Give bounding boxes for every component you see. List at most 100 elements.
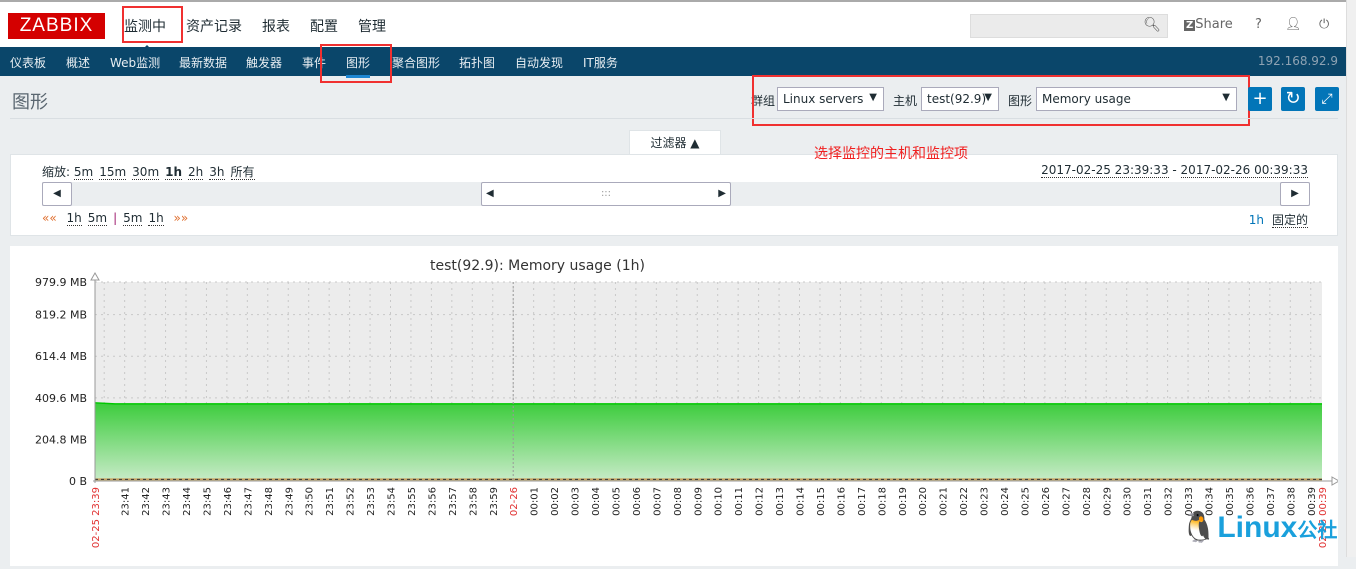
fwd-5m[interactable]: 5m [123,211,143,226]
x-tick-label: 00:29 [1102,487,1113,516]
subnav-triggers[interactable]: 触发器 [246,54,282,71]
fullscreen-button[interactable]: ⤢ [1315,87,1339,111]
filter-tab[interactable]: 过滤器 ▲ [629,130,721,155]
zoom-15m[interactable]: 15m [99,165,127,180]
y-tick-label: 0 B [69,475,87,488]
memory-area [95,402,1322,481]
back-5m[interactable]: 5m [87,211,108,226]
help-icon[interactable]: ? [1255,17,1262,32]
nav-back-icon[interactable]: «« [42,211,57,225]
timeline-handle[interactable]: ◀::: ▶ [481,182,731,206]
x-tick-label: 23:50 [305,487,316,516]
zoom-1h[interactable]: 1h [165,165,183,180]
nav-forward-icon[interactable]: »» [174,211,189,225]
x-tick-label: 00:32 [1164,487,1175,516]
sign-out-icon[interactable]: ⏻ [1319,17,1329,32]
x-tick-label: 23:41 [121,487,132,516]
x-tick-label: 00:15 [816,487,827,516]
zoom-options: 缩放: 5m 15m 30m 1h 2h 3h 所有 [42,163,261,180]
range-to[interactable]: 2017-02-26 00:39:33 [1180,163,1308,178]
x-tick-label: 00:05 [611,487,622,516]
x-tick-label: 00:06 [632,487,643,516]
y-tick-label: 819.2 MB [35,309,87,322]
search-icon[interactable]: 🔍︎ [1143,17,1161,33]
x-tick-label: 02-26 [509,487,520,516]
subnav-latest-data[interactable]: 最新数据 [179,54,227,71]
watermark-logo: 🐧Linux公社 [1180,511,1338,544]
x-tick-label: 23:44 [182,487,193,516]
x-tick-label: 00:01 [530,487,541,516]
x-tick-label: 23:59 [489,487,500,516]
subnav-web[interactable]: Web监测 [110,54,160,71]
x-tick-label: 00:02 [550,487,561,516]
x-tick-label: 23:48 [264,487,275,516]
x-tick-label: 00:03 [571,487,582,516]
zoom-label: 缩放: [42,165,71,179]
search-input[interactable]: 🔍︎ [970,14,1168,38]
chart-title: test(92.9): Memory usage (1h) [430,258,645,274]
x-tick-label: 23:47 [243,487,254,516]
x-tick-label: 00:12 [755,487,766,516]
refresh-button[interactable]: ↻ [1281,87,1305,111]
y-tick-label: 614.4 MB [35,350,87,363]
handle-left-icon[interactable]: ◀ [482,183,494,205]
scroll-right-button[interactable]: ▶ [1280,182,1310,206]
x-tick-label: 23:42 [141,487,152,516]
x-tick-label: 00:09 [693,487,704,516]
timeline-scrollbar[interactable]: ◀ ◀::: ▶ ▶ [42,182,1310,206]
page-scrollbar[interactable] [1346,0,1356,557]
nav-inventory[interactable]: 资产记录 [186,16,242,36]
x-start-label: 02-25 23:39 [91,487,102,548]
time-range: 2017-02-25 23:39:33 - 2017-02-26 00:39:3… [1041,163,1308,178]
subnav-it-services[interactable]: IT服务 [583,54,618,71]
page-title: 图形 [12,92,48,113]
x-tick-label: 00:20 [918,487,929,516]
x-tick-label: 00:16 [836,487,847,516]
x-tick-label: 00:19 [898,487,909,516]
x-tick-label: 23:55 [407,487,418,516]
subnav-dashboard[interactable]: 仪表板 [10,54,46,71]
x-tick-label: 23:58 [468,487,479,516]
range-from[interactable]: 2017-02-25 23:39:33 [1041,163,1169,178]
zoom-2h[interactable]: 2h [188,165,204,180]
y-tick-label: 979.9 MB [35,276,87,289]
x-tick-label: 00:27 [1061,487,1072,516]
add-to-favourites-button[interactable]: + [1248,87,1272,111]
x-tick-label: 00:22 [959,487,970,516]
nav-administration[interactable]: 管理 [358,16,386,36]
zoom-all[interactable]: 所有 [230,165,255,180]
scroll-left-button[interactable]: ◀ [42,182,72,206]
divider [10,118,1338,119]
subnav-discovery[interactable]: 自动发现 [515,54,563,71]
nav-configuration[interactable]: 配置 [310,16,338,36]
user-profile-icon[interactable]: 👤︎ [1285,17,1302,32]
filter-panel: 缩放: 5m 15m 30m 1h 2h 3h 所有 2017-02-25 23:39:33… [10,154,1338,236]
x-tick-label: 23:56 [427,487,438,516]
fixed-toggle[interactable]: 固定的 [1271,213,1308,228]
x-tick-label: 00:07 [652,487,663,516]
fwd-1h[interactable]: 1h [148,211,164,226]
zoom-30m[interactable]: 30m [132,165,160,180]
x-tick-label: 00:21 [939,487,950,516]
zoom-3h[interactable]: 3h [209,165,225,180]
zoom-5m[interactable]: 5m [73,165,94,180]
handle-right-icon[interactable]: ▶ [718,183,730,205]
x-tick-label: 00:08 [673,487,684,516]
x-tick-label: 00:30 [1123,487,1134,516]
x-tick-label: 23:57 [448,487,459,516]
subnav-screens[interactable]: 聚合图形 [392,54,440,71]
annotation-note: 选择监控的主机和监控项 [814,146,968,162]
zabbix-logo[interactable]: ZABBIX [8,13,105,39]
memory-usage-chart[interactable]: test(92.9): Memory usage (1h) 0 B 204.8 M… [10,246,1341,566]
x-tick-label: 00:23 [980,487,991,516]
x-tick-label: 23:53 [366,487,377,516]
share-button[interactable]: Z Share [1184,17,1233,32]
subnav-overview[interactable]: 概述 [66,54,90,71]
back-1h[interactable]: 1h [66,211,82,226]
x-tick-label: 23:43 [162,487,173,516]
nav-reports[interactable]: 报表 [262,16,290,36]
subnav-maps[interactable]: 拓扑图 [459,54,495,71]
period-nav: «« 1h 5m | 5m 1h »» [42,211,189,226]
x-tick-label: 00:18 [877,487,888,516]
period-info: 1h 固定的 [1248,213,1308,228]
